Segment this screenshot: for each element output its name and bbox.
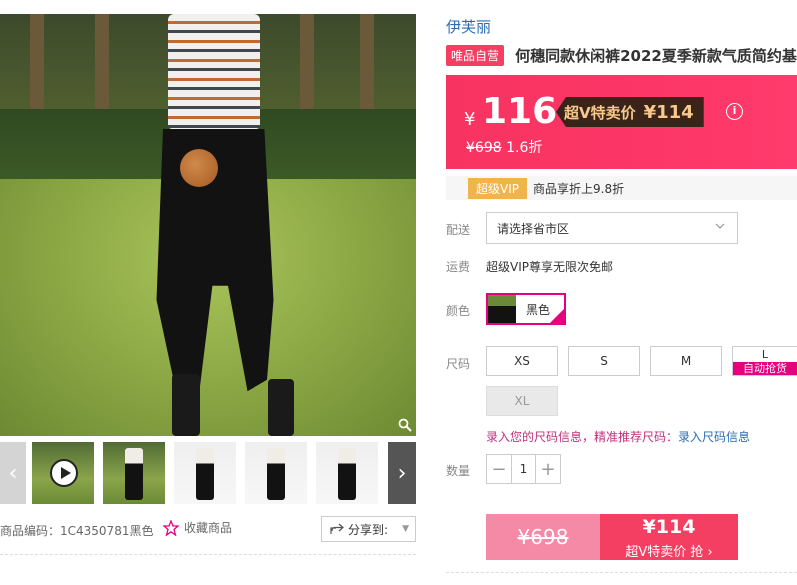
chevron-down-icon: [715, 223, 725, 229]
thumbnail-figure: [196, 448, 214, 500]
main-product-image[interactable]: [0, 14, 416, 436]
favorite-label: 收藏商品: [184, 521, 233, 535]
svip-price-tag: 超V特卖价 ¥114: [556, 97, 704, 127]
size-label-text: S: [600, 354, 608, 368]
region-select-value: 请选择省市区: [497, 221, 570, 236]
size-entry-link[interactable]: 录入尺码信息: [678, 430, 750, 444]
shipping-text: 超级VIP尊享无限次免邮: [486, 260, 613, 274]
color-option-black[interactable]: 黑色: [486, 293, 566, 325]
star-icon: [163, 519, 179, 536]
size-option-s[interactable]: S: [568, 346, 640, 376]
current-price: 116: [482, 91, 558, 132]
brand-link[interactable]: 伊芙丽: [446, 16, 491, 37]
chevron-left-icon: ‹: [8, 460, 18, 486]
thumbnail-figure: [267, 448, 285, 500]
color-name: 黑色: [526, 302, 551, 317]
info-icon[interactable]: i: [726, 103, 743, 120]
buy-label: 超V特卖价 抢 ›: [625, 545, 713, 560]
currency-symbol: ¥: [464, 109, 476, 130]
thumbnail-prev-button[interactable]: ‹: [0, 442, 26, 504]
svip-label: 超V特卖价: [564, 103, 636, 122]
size-label-text: L: [761, 348, 769, 361]
quantity-input[interactable]: 1: [511, 455, 536, 483]
size-tip: 录入您的尺码信息，精准推荐尺码：录入尺码信息: [486, 428, 750, 445]
thumbnail-image[interactable]: [245, 442, 307, 504]
play-icon: [50, 459, 78, 487]
size-label: 尺码: [446, 357, 471, 371]
gallery-meta-row: 商品编码：1C4350781黑色 收藏商品 分享到: ▼: [0, 514, 416, 544]
size-option-l[interactable]: L 自动抢货: [732, 346, 797, 376]
original-price-row: ¥698 1.6折: [466, 137, 542, 157]
delivery-label: 配送: [446, 223, 471, 237]
thumbnail-image[interactable]: [316, 442, 378, 504]
thumbnail-image[interactable]: [103, 442, 165, 504]
boot: [268, 379, 294, 436]
divider: [446, 572, 797, 573]
price-box: ¥ 116 超V特卖价 ¥114 i ¥698 1.6折: [446, 75, 797, 169]
share-icon: [330, 523, 344, 534]
size-label-text: M: [680, 354, 692, 368]
thumbnail-next-button[interactable]: ›: [388, 442, 416, 504]
size-option-xs[interactable]: XS: [486, 346, 558, 376]
color-swatch: [488, 295, 516, 323]
color-label: 颜色: [446, 304, 471, 318]
product-code: 商品编码：1C4350781黑色: [0, 524, 154, 538]
quantity-label: 数量: [446, 464, 471, 478]
favorite-button[interactable]: 收藏商品: [163, 519, 232, 536]
thumbnail-strip: ‹ ›: [0, 440, 416, 506]
svip-price: ¥114: [643, 101, 694, 123]
divider: [0, 554, 416, 555]
thumbnail-image[interactable]: [174, 442, 236, 504]
thumbnail-figure: [125, 448, 143, 500]
product-page: ‹ › 商品编码：1C4350781黑色 收藏商品 分享到: ▼ 伊芙丽 唯品自…: [0, 0, 797, 585]
quantity-stepper: − 1 +: [486, 454, 561, 484]
chevron-down-icon: ▼: [402, 524, 409, 534]
original-price-button[interactable]: ¥698: [486, 514, 600, 560]
vip-discount-text: 商品享折上9.8折: [533, 181, 625, 196]
zoom-icon[interactable]: [398, 418, 412, 432]
size-option-xl[interactable]: XL: [486, 386, 558, 416]
model-figure: [150, 14, 294, 436]
product-title: 何穗同款休闲裤2022夏季新款气质简约基础: [515, 47, 797, 65]
shipping-label: 运费: [446, 260, 471, 274]
vip-strip: 超级VIP 商品享折上9.8折: [446, 176, 797, 200]
self-operated-badge: 唯品自营: [446, 45, 505, 66]
share-label: 分享到:: [348, 522, 389, 537]
share-button[interactable]: 分享到: ▼: [321, 516, 416, 542]
quantity-plus-button[interactable]: +: [536, 455, 560, 483]
striped-top: [168, 14, 260, 129]
chevron-right-icon: ›: [397, 460, 407, 486]
svip-buy-button[interactable]: ¥114 超V特卖价 抢 ›: [600, 514, 738, 560]
thumbnail-figure: [338, 448, 356, 500]
original-price: ¥698: [466, 140, 502, 156]
super-vip-badge: 超级VIP: [468, 177, 527, 199]
round-bag: [180, 149, 218, 187]
title-row: 唯品自营 何穗同款休闲裤2022夏季新款气质简约基础: [446, 45, 797, 67]
size-label-text: XL: [514, 394, 530, 408]
discount-rate: 1.6折: [506, 140, 543, 156]
size-option-m[interactable]: M: [650, 346, 722, 376]
size-tip-text: 录入您的尺码信息，精准推荐尺码：: [486, 430, 679, 444]
boot: [172, 374, 200, 436]
selected-check-icon: [550, 309, 564, 323]
auto-grab-badge: 自动抢货: [733, 362, 797, 375]
thumbnail-video[interactable]: [32, 442, 94, 504]
quantity-minus-button[interactable]: −: [487, 455, 511, 483]
size-label-text: XS: [514, 354, 530, 368]
region-select[interactable]: 请选择省市区: [486, 212, 738, 244]
buy-price: ¥114: [642, 516, 696, 538]
